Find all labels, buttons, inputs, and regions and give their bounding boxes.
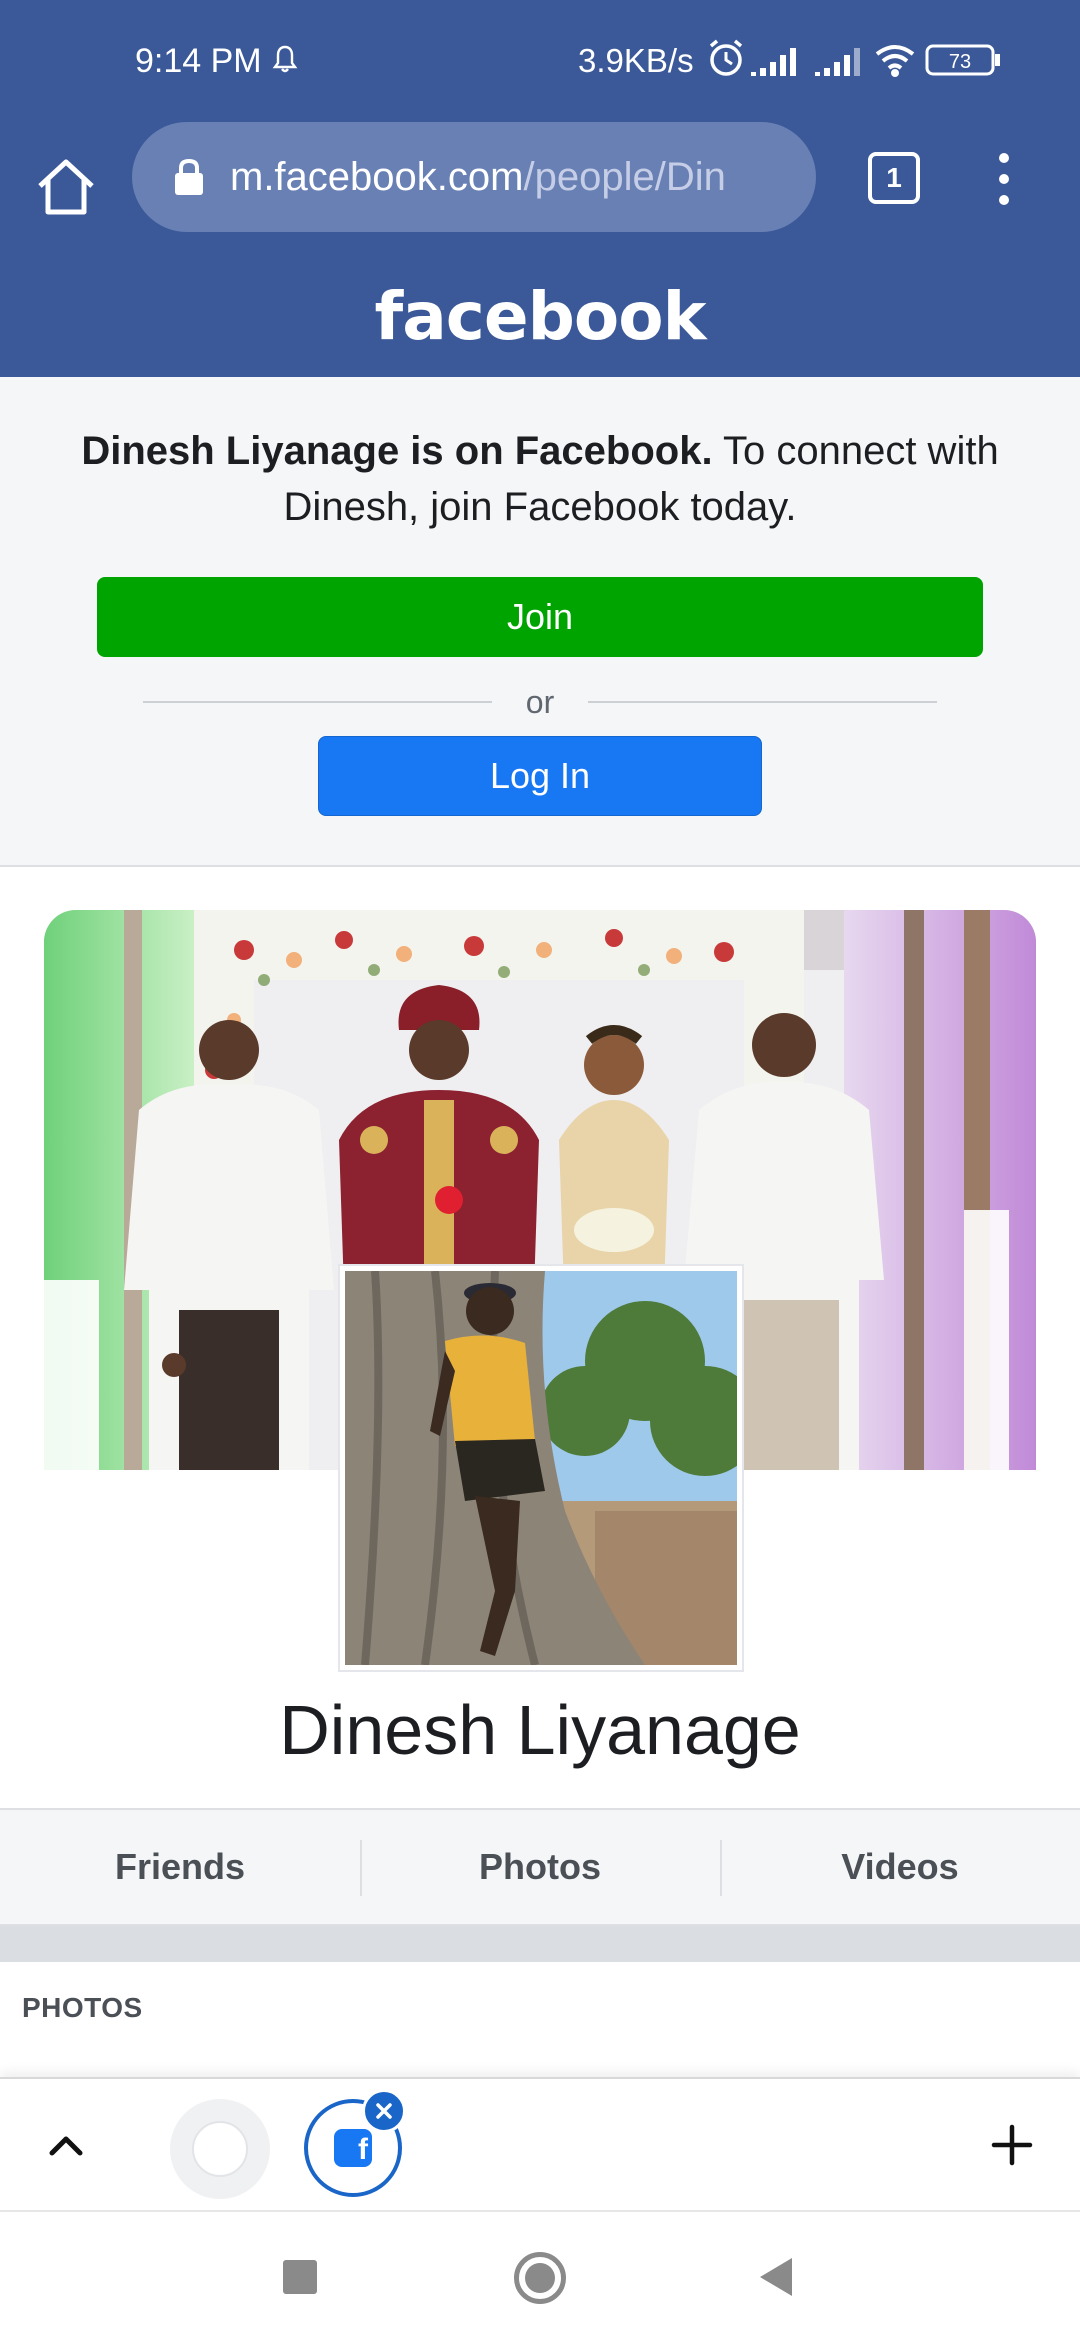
wifi-icon xyxy=(875,45,915,77)
status-time: 9:14 PM xyxy=(135,42,262,80)
plus-icon[interactable] xyxy=(990,2123,1034,2167)
section-gap xyxy=(0,1926,1080,1962)
login-button[interactable]: Log In xyxy=(318,736,762,816)
or-divider: or xyxy=(143,677,938,727)
status-icons: 73 xyxy=(709,39,1000,77)
close-icon xyxy=(376,2103,392,2119)
signup-promo: Dinesh Liyanage is on Facebook. To conne… xyxy=(0,377,1080,867)
tab-friends[interactable]: Friends xyxy=(0,1810,360,1924)
signal-icon xyxy=(815,48,860,76)
address-bar[interactable]: m.facebook.com/people/Din xyxy=(132,122,816,232)
home-circle-icon xyxy=(525,2263,555,2293)
url-text: m.facebook.com/people/Din xyxy=(230,155,726,200)
back-icon[interactable] xyxy=(758,2256,794,2298)
promo-bold: Dinesh Liyanage is on Facebook. xyxy=(81,429,713,473)
signal-icon xyxy=(751,48,796,76)
facebook-logo[interactable]: facebook xyxy=(375,278,707,355)
recents-button[interactable] xyxy=(283,2260,317,2294)
tab-switcher-button[interactable]: 1 xyxy=(868,152,920,204)
url-host: m.facebook.com xyxy=(230,154,524,199)
lock-icon xyxy=(175,158,203,195)
profile-picture[interactable] xyxy=(340,1266,742,1670)
bell-icon xyxy=(272,45,298,73)
facebook-icon: f xyxy=(334,2129,372,2167)
battery-level: 73 xyxy=(949,51,971,73)
tab-photos[interactable]: Photos xyxy=(360,1810,720,1924)
photos-section: PHOTOS xyxy=(0,1962,1080,2077)
photos-section-title: PHOTOS xyxy=(22,1992,143,2023)
divider-line xyxy=(588,701,938,703)
browser-tab-bar: f xyxy=(0,2077,1080,2212)
close-tab-button[interactable] xyxy=(362,2089,406,2133)
tab-videos[interactable]: Videos xyxy=(720,1810,1080,1924)
alarm-icon xyxy=(709,39,743,76)
profile-nav: Friends Photos Videos xyxy=(0,1808,1080,1926)
or-label: or xyxy=(525,683,555,720)
home-button[interactable] xyxy=(514,2252,566,2304)
browser-toolbar: m.facebook.com/people/Din 1 xyxy=(0,120,1080,255)
empty-tab-icon xyxy=(192,2121,248,2177)
system-nav-bar xyxy=(0,2212,1080,2340)
profile-name: Dinesh Liyanage xyxy=(279,1691,801,1769)
chevron-up-icon[interactable] xyxy=(44,2125,88,2165)
join-button[interactable]: Join xyxy=(97,577,983,657)
status-bar: 9:14 PM 3.9KB/s 73 xyxy=(0,0,1080,120)
home-icon[interactable] xyxy=(28,150,104,226)
network-speed: 3.9KB/s xyxy=(578,42,694,79)
divider-line xyxy=(143,701,492,703)
more-vert-icon[interactable] xyxy=(990,148,1018,210)
promo-message: Dinesh Liyanage is on Facebook. To conne… xyxy=(60,423,1020,535)
facebook-header: facebook xyxy=(0,255,1080,377)
empty-tab[interactable] xyxy=(170,2099,270,2199)
profile-picture-image xyxy=(345,1271,737,1665)
url-path: /people/Din xyxy=(523,154,726,199)
